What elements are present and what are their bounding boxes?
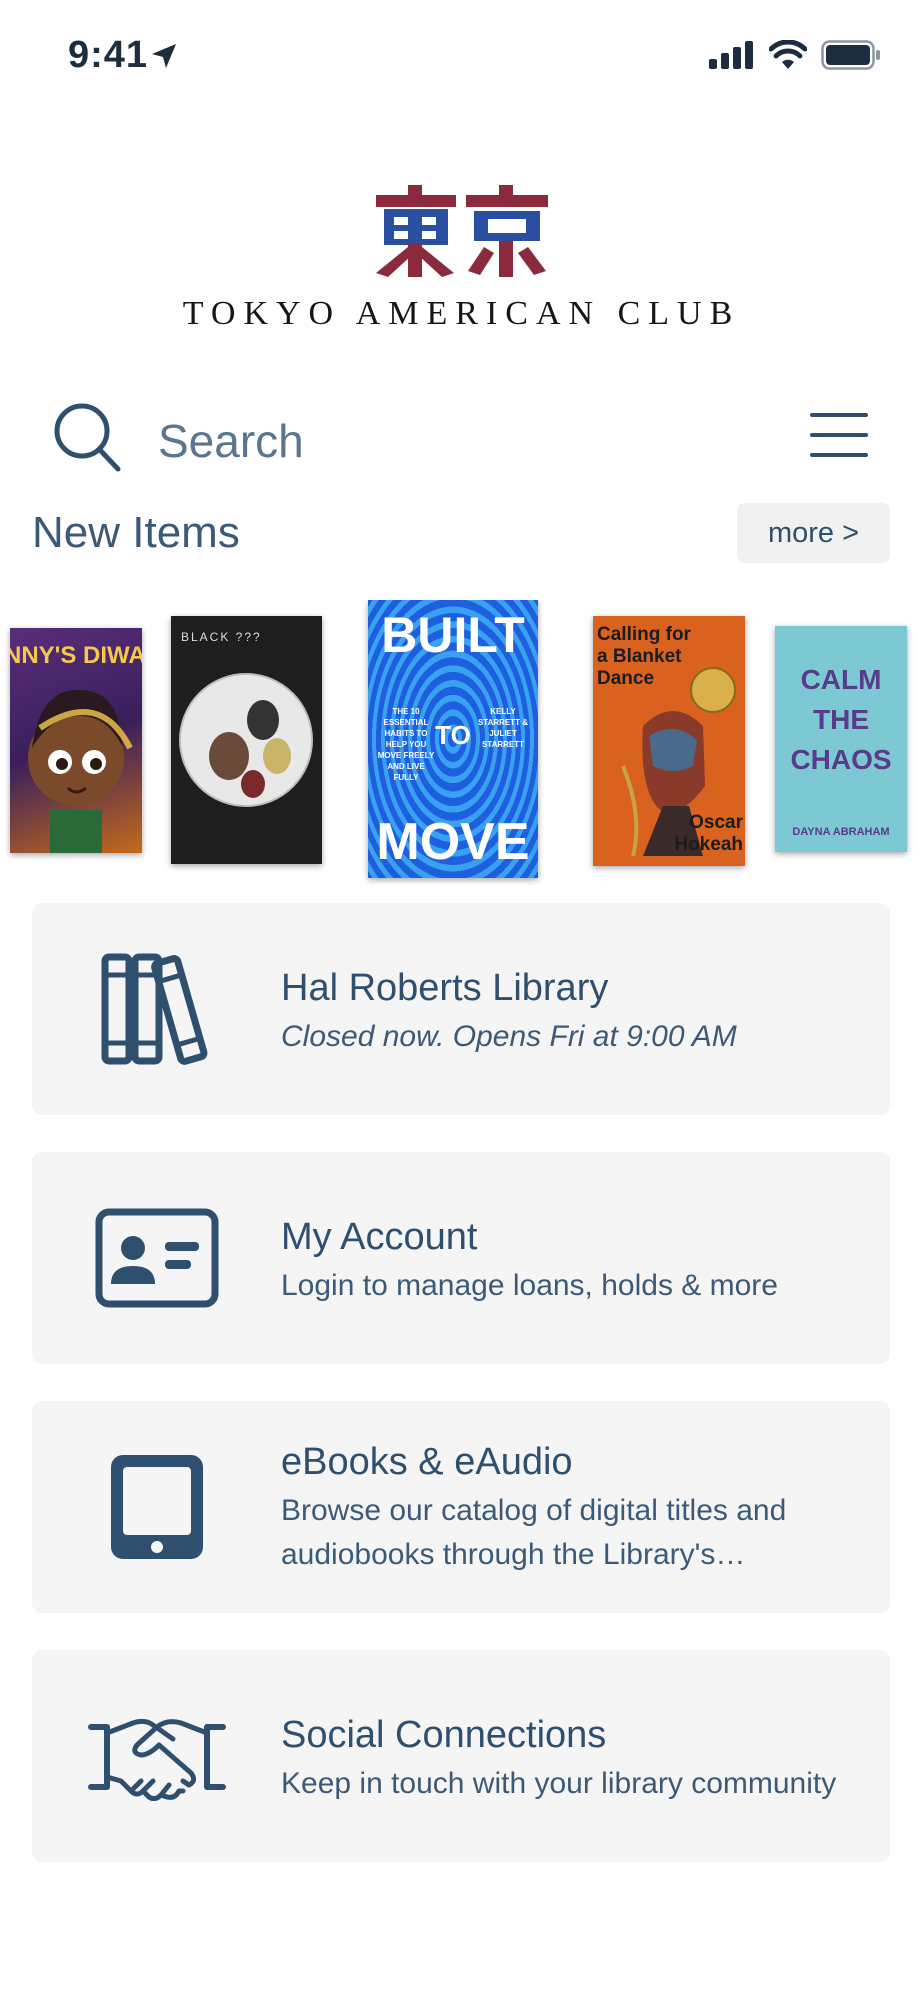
book-cover-title-top: BUILT bbox=[381, 607, 525, 663]
social-connections-card[interactable]: Social Connections Keep in touch with yo… bbox=[32, 1650, 890, 1862]
library-card[interactable]: Hal Roberts Library Closed now. Opens Fr… bbox=[32, 903, 890, 1115]
books-icon bbox=[82, 949, 232, 1069]
location-arrow-icon bbox=[152, 44, 176, 68]
book-cover-2[interactable]: BLACK ??? bbox=[171, 616, 322, 864]
ebooks-card[interactable]: eBooks & eAudio Browse our catalog of di… bbox=[32, 1401, 890, 1613]
club-name: TOKYO AMERICAN CLUB bbox=[182, 295, 741, 332]
id-card-icon bbox=[82, 1198, 232, 1318]
card-title: Social Connections bbox=[281, 1714, 607, 1756]
handshake-icon bbox=[82, 1696, 232, 1816]
book-cover-5[interactable]: CALM THE CHAOS DAYNA ABRAHAM bbox=[775, 626, 907, 852]
status-time: 9:41 bbox=[68, 34, 149, 76]
battery-icon bbox=[821, 40, 880, 70]
tablet-icon bbox=[82, 1447, 232, 1567]
search-input[interactable] bbox=[158, 413, 678, 469]
card-title: Hal Roberts Library bbox=[281, 967, 609, 1009]
my-account-card[interactable]: My Account Login to manage loans, holds … bbox=[32, 1152, 890, 1364]
card-subtitle: Browse our catalog of digital titles and… bbox=[281, 1494, 787, 1571]
card-subtitle: Login to manage loans, holds & more bbox=[281, 1269, 778, 1302]
hamburger-menu-icon[interactable] bbox=[810, 411, 868, 459]
status-icons bbox=[709, 40, 881, 70]
book-illustration bbox=[179, 673, 313, 807]
book-cover-4[interactable]: Calling for a Blanket Dance Oscar Hokeah bbox=[593, 616, 745, 866]
card-title: My Account bbox=[281, 1216, 478, 1258]
book-cover-authors: KELLY STARRETT & JULIET STARRETT bbox=[477, 707, 529, 749]
wifi-icon bbox=[769, 40, 807, 69]
book-cover-title-mid: TO bbox=[435, 720, 471, 750]
status-bar: 9:41 bbox=[0, 0, 923, 110]
search-bar bbox=[0, 395, 923, 485]
signal-icon bbox=[709, 41, 753, 69]
book-cover-1[interactable]: NNY'S DIWA bbox=[10, 628, 142, 853]
new-items-carousel[interactable]: NNY'S DIWA BLACK ??? BUILT THE 10 ESSENT… bbox=[0, 600, 923, 885]
card-subtitle: Keep in touch with your library communit… bbox=[281, 1767, 837, 1800]
logo-mark bbox=[376, 185, 548, 277]
book-cover-author: Oscar Hokeah bbox=[674, 812, 743, 855]
book-illustration bbox=[28, 689, 133, 853]
new-items-title: New Items bbox=[32, 508, 240, 557]
card-title: eBooks & eAudio bbox=[281, 1441, 573, 1483]
book-cover-author: DAYNA ABRAHAM bbox=[792, 826, 890, 838]
book-cover-title: CALM THE CHAOS bbox=[790, 664, 892, 775]
book-cover-3[interactable]: BUILT THE 10 ESSENTIAL HABITS TO HELP YO… bbox=[368, 600, 538, 878]
more-button[interactable]: more > bbox=[737, 503, 890, 563]
club-logo: TOKYO AMERICAN CLUB bbox=[0, 185, 923, 333]
search-icon[interactable] bbox=[52, 401, 124, 475]
card-subtitle: Closed now. Opens Fri at 9:00 AM bbox=[281, 1020, 737, 1053]
book-cover-title-bottom: MOVE bbox=[376, 813, 530, 871]
